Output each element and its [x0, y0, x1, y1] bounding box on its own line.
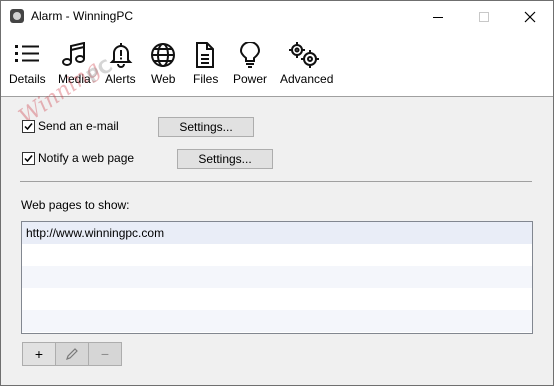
gears-icon	[289, 42, 319, 68]
lightbulb-icon	[239, 42, 261, 68]
toolbar-label-power: Power	[233, 72, 268, 86]
alarm-app-icon	[10, 9, 24, 23]
add-webpage-button[interactable]: +	[22, 342, 56, 366]
send-email-label: Send an e-mail	[38, 119, 119, 133]
maximize-button[interactable]	[461, 1, 507, 32]
close-icon	[524, 11, 536, 23]
list-item[interactable]	[22, 244, 532, 266]
notify-webpage-label: Notify a web page	[38, 151, 135, 165]
toolbar-item-web[interactable]: Web	[147, 32, 179, 96]
category-toolbar: Details Media Alerts Web Files Power Adv…	[1, 32, 553, 97]
list-item[interactable]	[22, 266, 532, 288]
maximize-icon	[479, 12, 489, 22]
toolbar-item-media[interactable]: Media	[55, 32, 95, 96]
list-item[interactable]	[22, 310, 532, 332]
toolbar-item-alerts[interactable]: Alerts	[102, 32, 140, 96]
toolbar-label-files: Files	[193, 72, 219, 86]
document-icon	[196, 42, 214, 68]
send-email-checkbox[interactable]	[22, 120, 35, 133]
window-title: Alarm - WinningPC	[31, 9, 134, 23]
toolbar-item-files[interactable]: Files	[189, 32, 221, 96]
web-pages-label: Web pages to show:	[21, 198, 130, 212]
toolbar-item-details[interactable]: Details	[5, 32, 49, 96]
bell-icon	[109, 43, 133, 68]
toolbar-item-advanced[interactable]: Advanced	[278, 32, 338, 96]
globe-icon	[151, 43, 175, 67]
toolbar-label-advanced: Advanced	[280, 72, 334, 86]
title-bar[interactable]: Alarm - WinningPC	[1, 1, 553, 32]
notify-webpage-option[interactable]: Notify a web page	[22, 151, 162, 167]
list-item[interactable]	[22, 288, 532, 310]
remove-webpage-button[interactable]: −	[88, 342, 122, 366]
email-settings-button[interactable]: Settings...	[158, 117, 254, 137]
toolbar-label-web: Web	[151, 72, 176, 86]
music-notes-icon	[62, 42, 85, 66]
toolbar-item-power[interactable]: Power	[229, 32, 271, 96]
toolbar-label-details: Details	[9, 72, 46, 86]
close-button[interactable]	[507, 1, 553, 32]
notify-webpage-checkbox[interactable]	[22, 152, 35, 165]
send-email-option[interactable]: Send an e-mail	[22, 119, 152, 135]
list-item[interactable]: http://www.winningpc.com	[22, 222, 532, 244]
separator	[20, 181, 532, 182]
minimize-button[interactable]	[415, 1, 461, 32]
checkmark-icon	[24, 155, 33, 163]
edit-webpage-button[interactable]	[55, 342, 89, 366]
toolbar-label-alerts: Alerts	[105, 72, 136, 86]
pencil-icon	[66, 348, 78, 360]
minimize-icon	[433, 17, 443, 18]
checkmark-icon	[24, 123, 33, 131]
web-pages-list[interactable]: http://www.winningpc.com	[21, 221, 533, 334]
alarm-window: Alarm - WinningPC Details Media Alerts W…	[0, 0, 554, 386]
toolbar-label-media: Media	[58, 72, 91, 86]
webpage-settings-button[interactable]: Settings...	[177, 149, 273, 169]
list-icon	[15, 45, 39, 62]
